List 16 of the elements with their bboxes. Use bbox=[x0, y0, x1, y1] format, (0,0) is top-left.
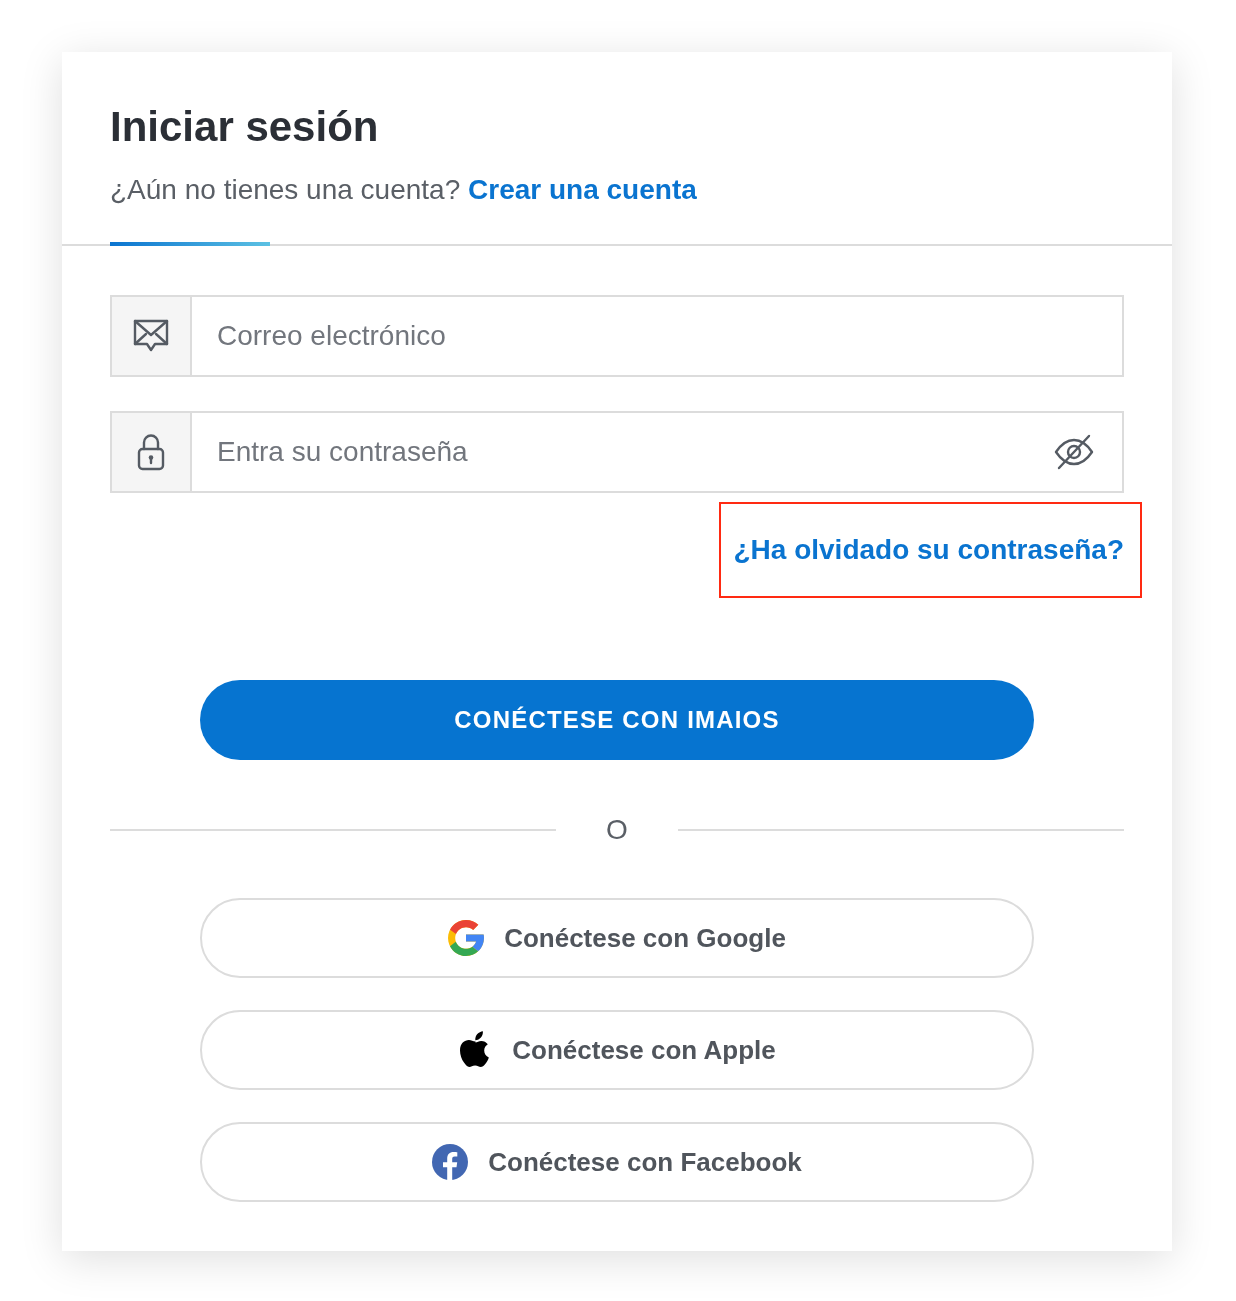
create-account-link[interactable]: Crear una cuenta bbox=[468, 174, 697, 205]
signup-prompt: ¿Aún no tienes una cuenta? bbox=[110, 174, 461, 205]
eye-slash-icon[interactable] bbox=[1054, 434, 1094, 470]
forgot-password-link[interactable]: ¿Ha olvidado su contraseña? bbox=[733, 530, 1124, 570]
separator-text: O bbox=[606, 813, 628, 847]
envelope-icon bbox=[133, 319, 169, 353]
social-login-button[interactable]: Conéctese con Google bbox=[200, 898, 1034, 978]
facebook-logo-icon bbox=[432, 1144, 469, 1180]
email-field[interactable]: Correo electrónico bbox=[192, 295, 1124, 377]
password-field[interactable]: Entra su contraseña bbox=[192, 411, 1124, 493]
padlock-icon bbox=[137, 433, 165, 471]
google-logo-icon bbox=[448, 920, 485, 956]
page-title: Iniciar sesión bbox=[110, 104, 379, 150]
login-button[interactable]: CONÉCTESE CON IMAIOS bbox=[200, 680, 1034, 760]
social-login-button[interactable]: Conéctese con Facebook bbox=[200, 1122, 1034, 1202]
social-login-button[interactable]: Conéctese con Apple bbox=[200, 1010, 1034, 1090]
